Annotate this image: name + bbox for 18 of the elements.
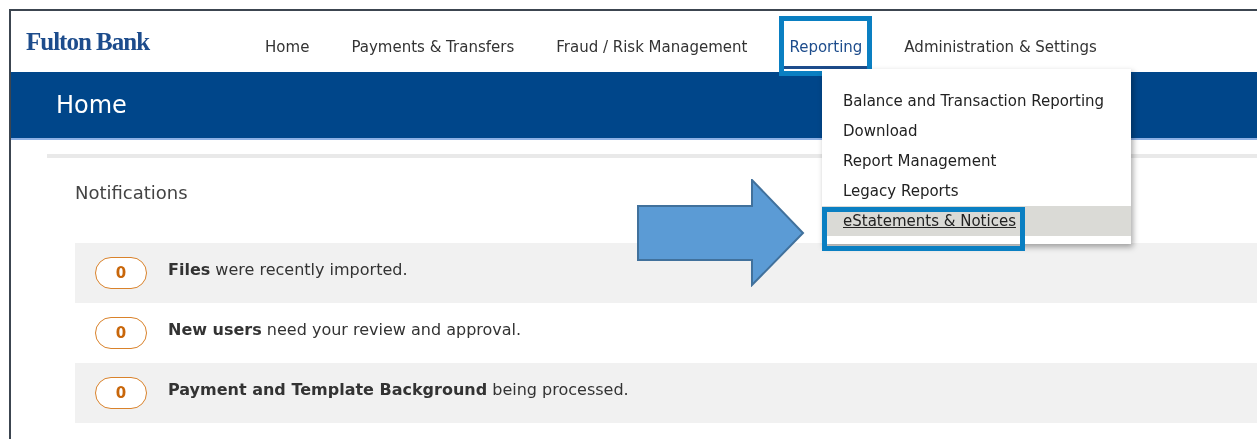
count-badge: 0 [95,317,147,349]
nav-tab[interactable]: Payments & Transfers [341,15,525,76]
menu-item[interactable]: Legacy Reports [822,176,1131,206]
nav-tab[interactable]: Home [255,15,320,76]
right-arrow-icon [637,179,805,287]
count-badge: 0 [95,377,147,409]
notification-text: Files were recently imported. [168,259,408,279]
nav-tab[interactable]: Fraud / Risk Management [546,15,758,76]
brand-logo[interactable]: Fulton Bank [26,27,150,56]
nav-tab[interactable]: Reporting [779,15,873,76]
notification-text: New users need your review and approval. [168,319,522,339]
notification-text: Payment and Template Background being processed. [168,379,629,399]
menu-item[interactable]: Balance and Transaction Reporting [822,86,1131,116]
section-title: Notifications [75,182,188,203]
menu-item[interactable]: Download [822,116,1131,146]
count-badge: 0 [95,257,147,289]
page-title: Home [56,91,127,119]
menu-item[interactable]: Report Management [822,146,1131,176]
